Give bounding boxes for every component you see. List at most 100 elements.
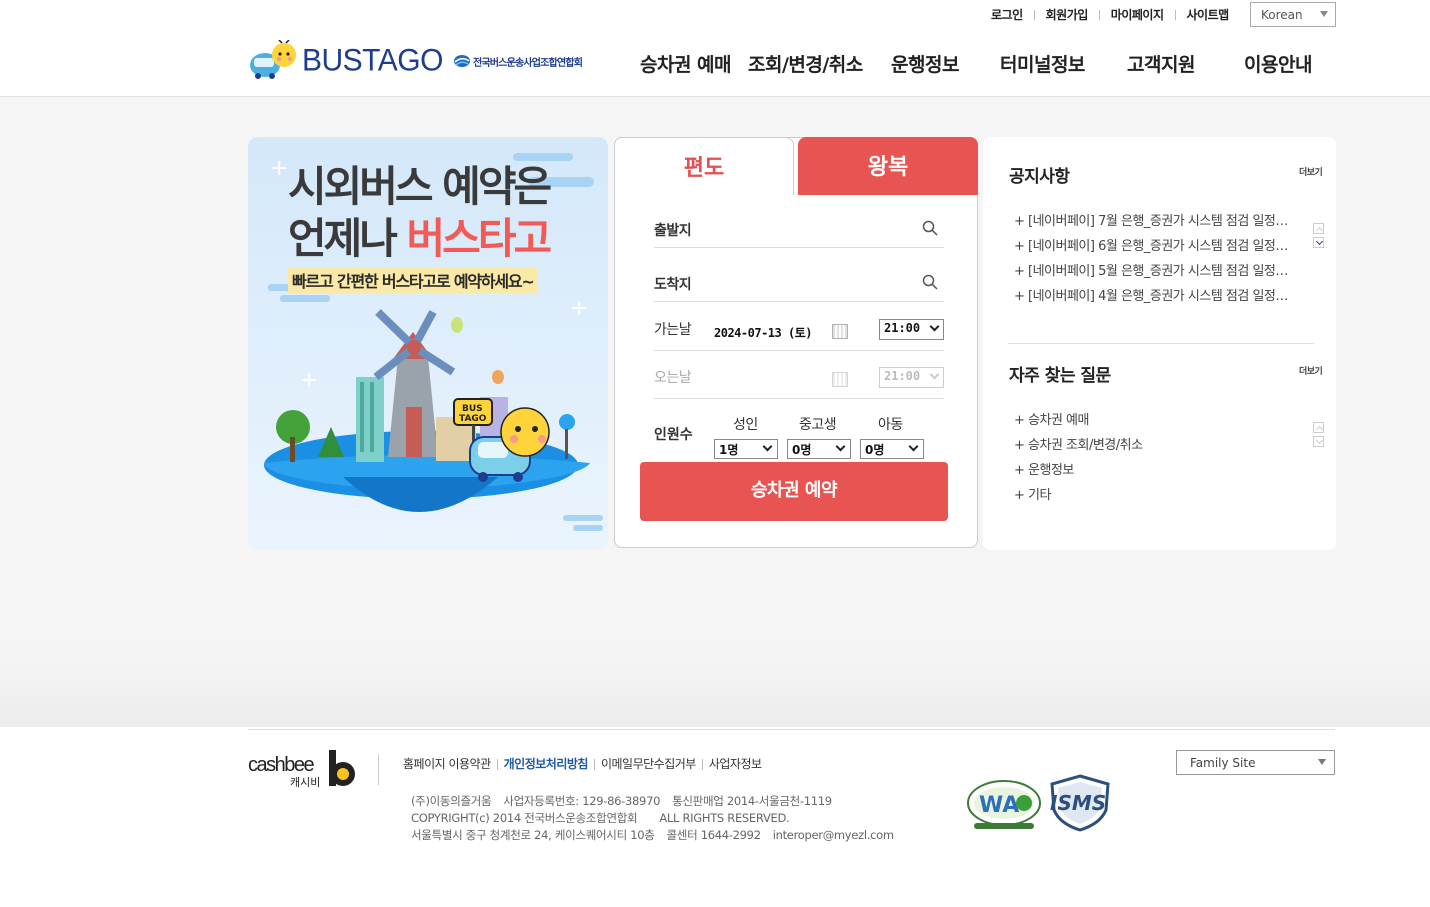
wa-badge-icon: WA (967, 780, 1041, 829)
email-refusal-link[interactable]: 이메일무단수집거부 (593, 758, 702, 770)
scroll-down-icon[interactable] (1313, 436, 1324, 447)
nav-route-info[interactable]: 운행정보 (891, 50, 1000, 77)
go-time-select[interactable]: 21:00 (879, 319, 944, 340)
nav-customer-support[interactable]: 고객지원 (1127, 50, 1244, 77)
association-emblem-icon (453, 55, 470, 67)
notice-more-link[interactable]: 더보기 (1299, 165, 1323, 178)
arrival-input[interactable] (714, 268, 914, 294)
youth-select[interactable]: 0명 (787, 439, 851, 459)
sitemap-link[interactable]: 사이트맵 (1174, 9, 1240, 21)
go-date-label: 가는날 (654, 322, 692, 338)
isms-certification-badge: ISMS (1048, 774, 1112, 836)
departure-label: 출발지 (654, 223, 692, 239)
sign-text-bus: BUS (462, 404, 483, 414)
notice-title: 공지사항 (1009, 167, 1070, 187)
panel-divider (1008, 343, 1314, 344)
svg-text:+: + (570, 296, 588, 321)
faq-item[interactable]: + 운행정보 (1014, 458, 1292, 483)
footer-company-info: (주)이동의즐거움 사업자등록번호: 129-86-38970 통신판매업 2014… (411, 793, 906, 844)
calendar-icon[interactable] (832, 324, 848, 339)
address: 서울특별시 중구 청계천로 24, 케이스퀘어시티 10층 (411, 828, 655, 842)
nav-lookup-change-cancel[interactable]: 조회/변경/취소 (748, 50, 891, 77)
dropdown-arrow-icon (1320, 11, 1328, 17)
nav-terminal-info[interactable]: 터미널정보 (1000, 50, 1127, 77)
faq-scroll-controls (1313, 422, 1326, 450)
wa-badge-text: WA (979, 793, 1019, 818)
chevron-down-icon (908, 441, 919, 452)
notice-scroll-controls (1313, 223, 1326, 251)
notice-item[interactable]: + [네이버페이] 5월 은행_증권가 시스템 점검 일정 안내 (1014, 259, 1292, 284)
faq-more-link[interactable]: 더보기 (1299, 364, 1323, 377)
banner-headline: 시외버스 예약은 언제나 버스타고 (288, 161, 553, 265)
isms-badge-icon: ISMS (1050, 774, 1110, 832)
bus-mascot-icon (248, 39, 298, 82)
call-center: 콜센터 1644-2992 (666, 828, 761, 842)
notice-item[interactable]: + [네이버페이] 6월 은행_증권가 시스템 점검 일정 안내 (1014, 234, 1292, 259)
notice-item[interactable]: + [네이버페이] 4월 은행_증권가 시스템 점검 일정 안내 (1014, 284, 1292, 309)
tab-one-way[interactable]: 편도 (614, 137, 794, 195)
isms-badge-text: ISMS (1050, 791, 1106, 815)
family-site-select[interactable]: Family Site (1176, 750, 1335, 775)
chevron-down-icon (929, 321, 940, 332)
search-icon[interactable] (922, 274, 938, 290)
youth-value: 0명 (792, 443, 812, 457)
return-time-select[interactable]: 21:00 (879, 367, 944, 388)
login-link[interactable]: 로그인 (980, 9, 1034, 21)
contact-email: interoper@myezl.com (772, 828, 894, 842)
departure-row: 출발지 (654, 208, 944, 248)
cashbee-kr-text: 캐시비 (290, 776, 321, 789)
dropdown-arrow-icon (1318, 759, 1326, 765)
footer-divider (248, 729, 1335, 730)
return-time-value: 21:00 (884, 369, 921, 383)
scroll-up-icon[interactable] (1313, 223, 1324, 234)
promo-banner[interactable]: + + + BUS TAGO 시외버스 예약은 언제나 버스타고 빠르고 간편한… (248, 137, 608, 550)
business-info-link[interactable]: 사업자정보 (701, 758, 768, 770)
rights: ALL RIGHTS RESERVED. (659, 811, 790, 825)
terms-link[interactable]: 홈페이지 이용약관 (403, 758, 497, 770)
utility-nav: 로그인 회원가입 마이페이지 사이트맵 (980, 6, 1240, 24)
svg-text:+: + (270, 156, 288, 181)
footer-separator (378, 754, 379, 785)
site-logo[interactable]: BUSTAGO 전국버스운송사업조합연합회 (248, 39, 583, 82)
go-date-row: 가는날 2024-07-13 (토) 21:00 (654, 310, 944, 351)
notice-item[interactable]: + [네이버페이] 7월 은행_증권가 시스템 점검 일정 안내 (1014, 209, 1292, 234)
svg-text:+: + (300, 368, 318, 393)
footer-links: 홈페이지 이용약관 개인정보처리방침 이메일무단수집거부 사업자정보 (403, 758, 768, 770)
nav-usage-guide[interactable]: 이용안내 (1244, 50, 1312, 77)
go-date-value[interactable]: 2024-07-13 (토) (714, 324, 812, 341)
go-time-value: 21:00 (884, 321, 921, 335)
child-select[interactable]: 0명 (860, 439, 924, 459)
tab-round-trip[interactable]: 왕복 (798, 137, 978, 195)
search-icon[interactable] (922, 220, 938, 236)
privacy-policy-link[interactable]: 개인정보처리방침 (496, 758, 594, 770)
mypage-link[interactable]: 마이페이지 (1098, 9, 1175, 21)
scroll-down-icon[interactable] (1313, 237, 1324, 248)
book-ticket-button[interactable]: 승차권 예약 (640, 462, 948, 521)
signup-link[interactable]: 회원가입 (1033, 9, 1099, 21)
association-logo: 전국버스운송사업조합연합회 (453, 54, 583, 69)
scroll-up-icon[interactable] (1313, 422, 1324, 433)
adult-select[interactable]: 1명 (714, 439, 778, 459)
faq-item[interactable]: + 승차권 조회/변경/취소 (1014, 433, 1292, 458)
sign-text-tago: TAGO (459, 414, 487, 424)
faq-list: + 승차권 예매 + 승차권 조회/변경/취소 + 운행정보 + 기타 (1014, 408, 1292, 508)
faq-item[interactable]: + 승차권 예매 (1014, 408, 1292, 433)
youth-label: 중고생 (799, 417, 837, 433)
language-select[interactable]: Korean (1250, 2, 1336, 27)
banner-headline-line2: 언제나 버스타고 (288, 213, 553, 265)
copyright: COPYRIGHT(c) 2014 전국버스운송조합연합회 (411, 811, 638, 825)
return-date-row: 오는날 21:00 (654, 358, 944, 399)
notice-list: + [네이버페이] 7월 은행_증권가 시스템 점검 일정 안내 + [네이버페… (1014, 209, 1292, 309)
calendar-icon[interactable] (832, 372, 848, 387)
banner-headline-brand: 버스타고 (406, 214, 553, 263)
departure-input[interactable] (714, 214, 914, 240)
cashbee-logo: cashbee 캐시비 (248, 748, 358, 789)
cashbee-b-icon (329, 750, 355, 786)
faq-item[interactable]: + 기타 (1014, 483, 1292, 508)
chevron-down-icon (929, 369, 940, 380)
company-name: (주)이동의즐거움 (411, 794, 492, 808)
adult-value: 1명 (719, 443, 739, 457)
nav-ticket-booking[interactable]: 승차권 예매 (640, 50, 744, 77)
business-number: 사업자등록번호: 129-86-38970 (503, 794, 661, 808)
mail-order-number: 통신판매업 2014-서울금천-1119 (672, 794, 832, 808)
